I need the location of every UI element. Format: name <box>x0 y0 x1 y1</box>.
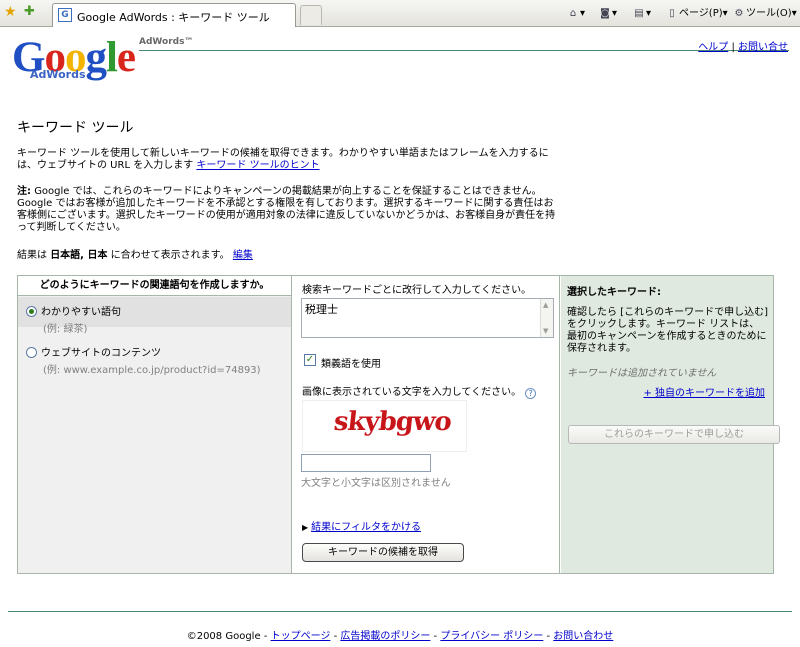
captcha-image-text: skybgwo <box>332 407 453 437</box>
gear-icon: ⚙ <box>734 8 744 19</box>
scroll-up-icon[interactable]: ▲ <box>543 301 548 309</box>
footer-dash-3: - <box>430 631 441 642</box>
footer-privacy-link[interactable]: プライバシー ポリシー <box>440 631 543 642</box>
option-website-example: (例: www.example.co.jp/product?id=74893) <box>43 365 261 376</box>
results-suffix: に合わせて表示されます。 <box>110 250 230 261</box>
top-links-separator: | <box>728 42 738 53</box>
footer-contact-link[interactable]: お問い合わせ <box>553 631 613 642</box>
logo-adwords-text: AdWords <box>30 68 86 81</box>
feeds-button[interactable]: ◙ ▾ <box>598 6 617 22</box>
keyword-tool-tips-link[interactable]: キーワード ツールのヒント <box>196 160 319 171</box>
help-question-icon[interactable]: ? <box>525 388 537 399</box>
home-dropdown-icon: ▾ <box>580 8 586 19</box>
print-dropdown-icon: ▾ <box>646 8 652 19</box>
captcha-input[interactable] <box>301 454 431 472</box>
adwords-product-label: AdWords™ <box>139 37 194 47</box>
footer-ad-policy-link[interactable]: 広告掲載のポリシー <box>340 631 430 642</box>
add-favorites-icon[interactable]: ✚ <box>24 5 38 19</box>
page-icon: ▯ <box>669 8 675 19</box>
captcha-image: skybgwo <box>302 400 467 452</box>
footer-dash-2: - <box>330 631 341 642</box>
captcha-prompt: 画像に表示されている文字を入力してください。? <box>302 383 537 399</box>
option-descriptive-example: (例: 緑茶) <box>43 324 88 335</box>
google-adwords-logo[interactable]: Google AdWords <box>12 36 136 86</box>
method-column: どのようにキーワードの関連語句を作成しますか。 わかりやすい語句 (例: 緑茶)… <box>18 276 292 573</box>
option-descriptive-label: わかりやすい語句 <box>41 307 121 318</box>
filter-results-toggle[interactable]: ▶ 結果にフィルタをかける <box>302 518 421 533</box>
keyword-instruction: 検索キーワードごとに改行して入力してください。 <box>302 285 532 296</box>
footer: ©2008 Google - トップページ - 広告掲載のポリシー - プライバ… <box>0 627 800 642</box>
use-synonyms-checkbox[interactable]: ✓ <box>304 354 316 366</box>
captcha-prompt-text: 画像に表示されている文字を入力してください。 <box>302 387 522 398</box>
footer-copyright: ©2008 Google <box>186 631 261 642</box>
method-heading: どのようにキーワードの関連語句を作成しますか。 <box>18 276 291 296</box>
printer-icon: ▤ <box>634 8 644 19</box>
keyword-textarea[interactable]: 税理士 ▲ ▼ <box>301 298 554 338</box>
results-language: 日本語, 日本 <box>50 250 108 261</box>
add-own-keywords-link[interactable]: + 独自のキーワードを追加 <box>643 384 765 399</box>
help-link[interactable]: ヘルプ <box>698 42 728 53</box>
footer-dash-1: - <box>260 631 271 642</box>
google-favicon-icon: G <box>58 8 72 22</box>
expand-triangle-icon[interactable]: ▶ <box>302 523 308 532</box>
browser-toolbar: ★ ✚ G Google AdWords : キーワード ツール ⌂ ▾ ◙ ▾ ▤… <box>0 0 800 27</box>
disclaimer-paragraph: 注: Google では、これらのキーワードによりキャンペーンの掲載結果が向上す… <box>17 186 557 234</box>
keyword-textarea-value: 税理士 <box>305 303 338 316</box>
footer-divider <box>8 611 792 612</box>
note-label: 注: <box>17 186 31 197</box>
home-button[interactable]: ⌂ ▾ <box>566 6 585 22</box>
home-icon: ⌂ <box>569 8 577 19</box>
tools-menu-label: ツール(O) <box>746 8 792 19</box>
tools-dropdown-icon: ▾ <box>791 8 797 19</box>
tools-menu-button[interactable]: ⚙ ツール(O)▾ <box>732 6 797 22</box>
option-website-content[interactable]: ウェブサイトのコンテンツ (例: www.example.co.jp/produ… <box>26 344 286 376</box>
page-menu-button[interactable]: ▯ ページ(P)▾ <box>665 6 728 22</box>
selected-keywords-description: 確認したら [これらのキーワードで申し込む] をクリックします。キーワード リス… <box>567 307 768 354</box>
top-links: ヘルプ | お問い合せ <box>698 38 788 53</box>
selected-keywords-heading: 選択したキーワード: <box>567 287 661 298</box>
footer-dash-4: - <box>543 631 554 642</box>
favorites-star-icon[interactable]: ★ <box>4 5 18 19</box>
intro-paragraph: キーワード ツールを使用して新しいキーワードの候補を取得できます。わかりやすい単… <box>17 148 557 172</box>
rss-feed-icon: ◙ <box>600 8 610 19</box>
print-button[interactable]: ▤ ▾ <box>632 6 651 22</box>
contact-link[interactable]: お問い合せ <box>738 42 788 53</box>
new-tab-button[interactable] <box>300 5 322 25</box>
get-keyword-ideas-button[interactable]: キーワードの候補を取得 <box>302 543 464 562</box>
header-divider <box>139 50 789 51</box>
page-menu-label: ページ(P) <box>679 8 723 19</box>
no-keywords-message: キーワードは追加されていません <box>567 368 717 379</box>
footer-top-page-link[interactable]: トップページ <box>271 631 331 642</box>
feeds-dropdown-icon: ▾ <box>612 8 618 19</box>
page-title: キーワード ツール <box>17 120 134 136</box>
page-dropdown-icon: ▾ <box>722 8 728 19</box>
filter-results-link[interactable]: 結果にフィルタをかける <box>311 522 421 533</box>
edit-language-link[interactable]: 編集 <box>233 250 253 261</box>
use-synonyms-label[interactable]: 類義語を使用 <box>321 355 381 370</box>
radio-website-content[interactable] <box>26 347 37 358</box>
selected-keywords-column: 選択したキーワード: 確認したら [これらのキーワードで申し込む] をクリックし… <box>561 276 780 573</box>
radio-descriptive-words[interactable] <box>26 306 37 317</box>
option-descriptive-words[interactable]: わかりやすい語句 (例: 緑茶) <box>26 303 286 335</box>
browser-tab-active[interactable]: G Google AdWords : キーワード ツール <box>52 3 296 27</box>
results-language-line: 結果は 日本語, 日本 に合わせて表示されます。 編集 <box>17 250 557 262</box>
keyword-tool-panel: どのようにキーワードの関連語句を作成しますか。 わかりやすい語句 (例: 緑茶)… <box>17 275 780 574</box>
keyword-input-column: 検索キーワードごとに改行して入力してください。 税理士 ▲ ▼ ✓ 類義語を使用… <box>293 276 560 573</box>
results-prefix: 結果は <box>17 250 47 261</box>
apply-keywords-button[interactable]: これらのキーワードで申し込む <box>568 425 780 444</box>
textarea-scrollbar[interactable]: ▲ ▼ <box>540 299 553 337</box>
option-website-label: ウェブサイトのコンテンツ <box>41 348 161 359</box>
case-insensitive-note: 大文字と小文字は区別されません <box>301 478 451 489</box>
scroll-down-icon[interactable]: ▼ <box>543 327 548 335</box>
tab-title: Google AdWords : キーワード ツール <box>77 11 270 24</box>
note-text: Google では、これらのキーワードによりキャンペーンの掲載結果が向上すること… <box>17 186 556 233</box>
